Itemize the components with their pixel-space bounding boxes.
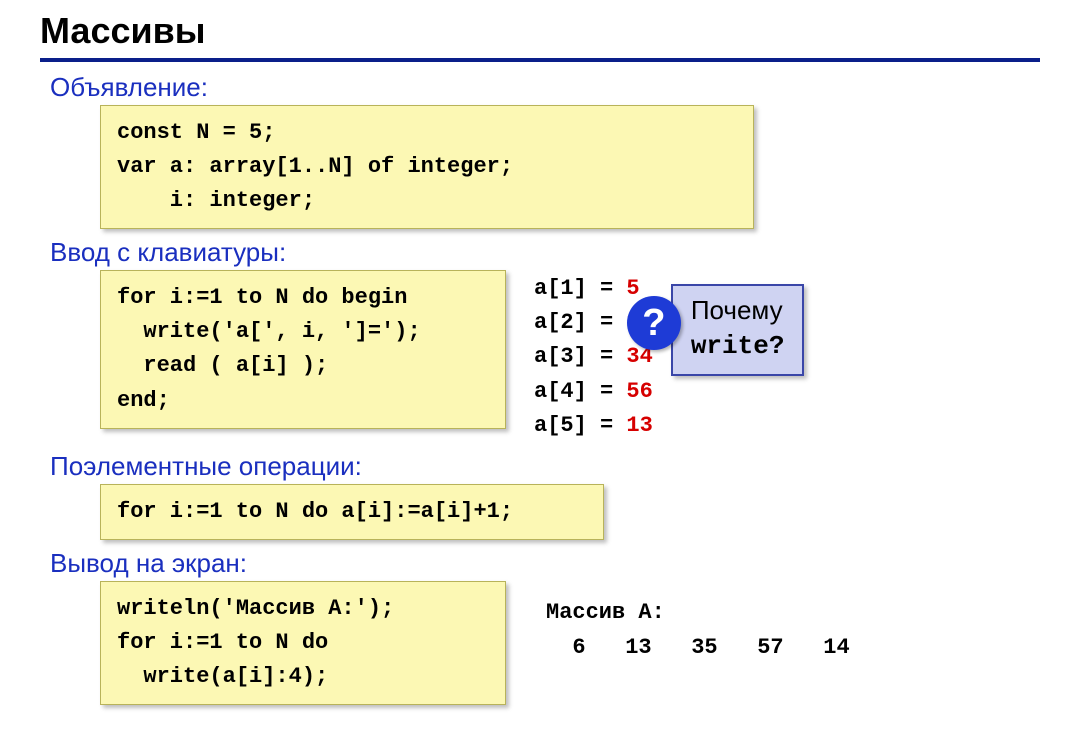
callout-text: Почему write?: [691, 294, 785, 364]
output-values: 6 13 35 57 14: [546, 630, 850, 665]
output-row: writeln('Массив A:'); for i:=1 to N do w…: [40, 581, 1040, 705]
section-ops-label: Поэлементные операции:: [50, 451, 1040, 482]
title-divider: [40, 58, 1040, 62]
code-ops: for i:=1 to N do a[i]:=a[i]+1;: [100, 484, 604, 540]
section-output-label: Вывод на экран:: [50, 548, 1040, 579]
array-value: 56: [626, 379, 652, 404]
code-declaration: const N = 5; var a: array[1..N] of integ…: [100, 105, 754, 229]
array-value-list: a[1] = 5 a[2] = 12 a[3] = 34 a[4] = 56 a…: [534, 272, 653, 442]
array-index: a[2] =: [534, 310, 626, 335]
array-value: 5: [626, 276, 639, 301]
callout-box: ? Почему write?: [671, 284, 805, 376]
output-title: Массив A:: [546, 595, 850, 630]
array-value: 13: [626, 413, 652, 438]
callout-line2: write?: [691, 331, 785, 361]
question-icon: ?: [627, 296, 681, 350]
input-row: for i:=1 to N do begin write('a[', i, ']…: [40, 270, 1040, 442]
array-item: a[5] = 13: [534, 409, 653, 443]
callout-line1: Почему: [691, 295, 783, 325]
array-item: a[1] = 5: [534, 272, 653, 306]
array-index: a[3] =: [534, 344, 626, 369]
array-index: a[1] =: [534, 276, 626, 301]
slide: Массивы Объявление: const N = 5; var a: …: [0, 0, 1080, 725]
code-input: for i:=1 to N do begin write('a[', i, ']…: [100, 270, 506, 428]
array-index: a[4] =: [534, 379, 626, 404]
section-input-label: Ввод с клавиатуры:: [50, 237, 1040, 268]
output-sample: Массив A: 6 13 35 57 14: [546, 595, 850, 665]
section-declaration-label: Объявление:: [50, 72, 1040, 103]
page-title: Массивы: [40, 10, 1040, 52]
array-index: a[5] =: [534, 413, 626, 438]
code-output: writeln('Массив A:'); for i:=1 to N do w…: [100, 581, 506, 705]
array-item: a[3] = 34: [534, 340, 653, 374]
array-item: a[4] = 56: [534, 375, 653, 409]
